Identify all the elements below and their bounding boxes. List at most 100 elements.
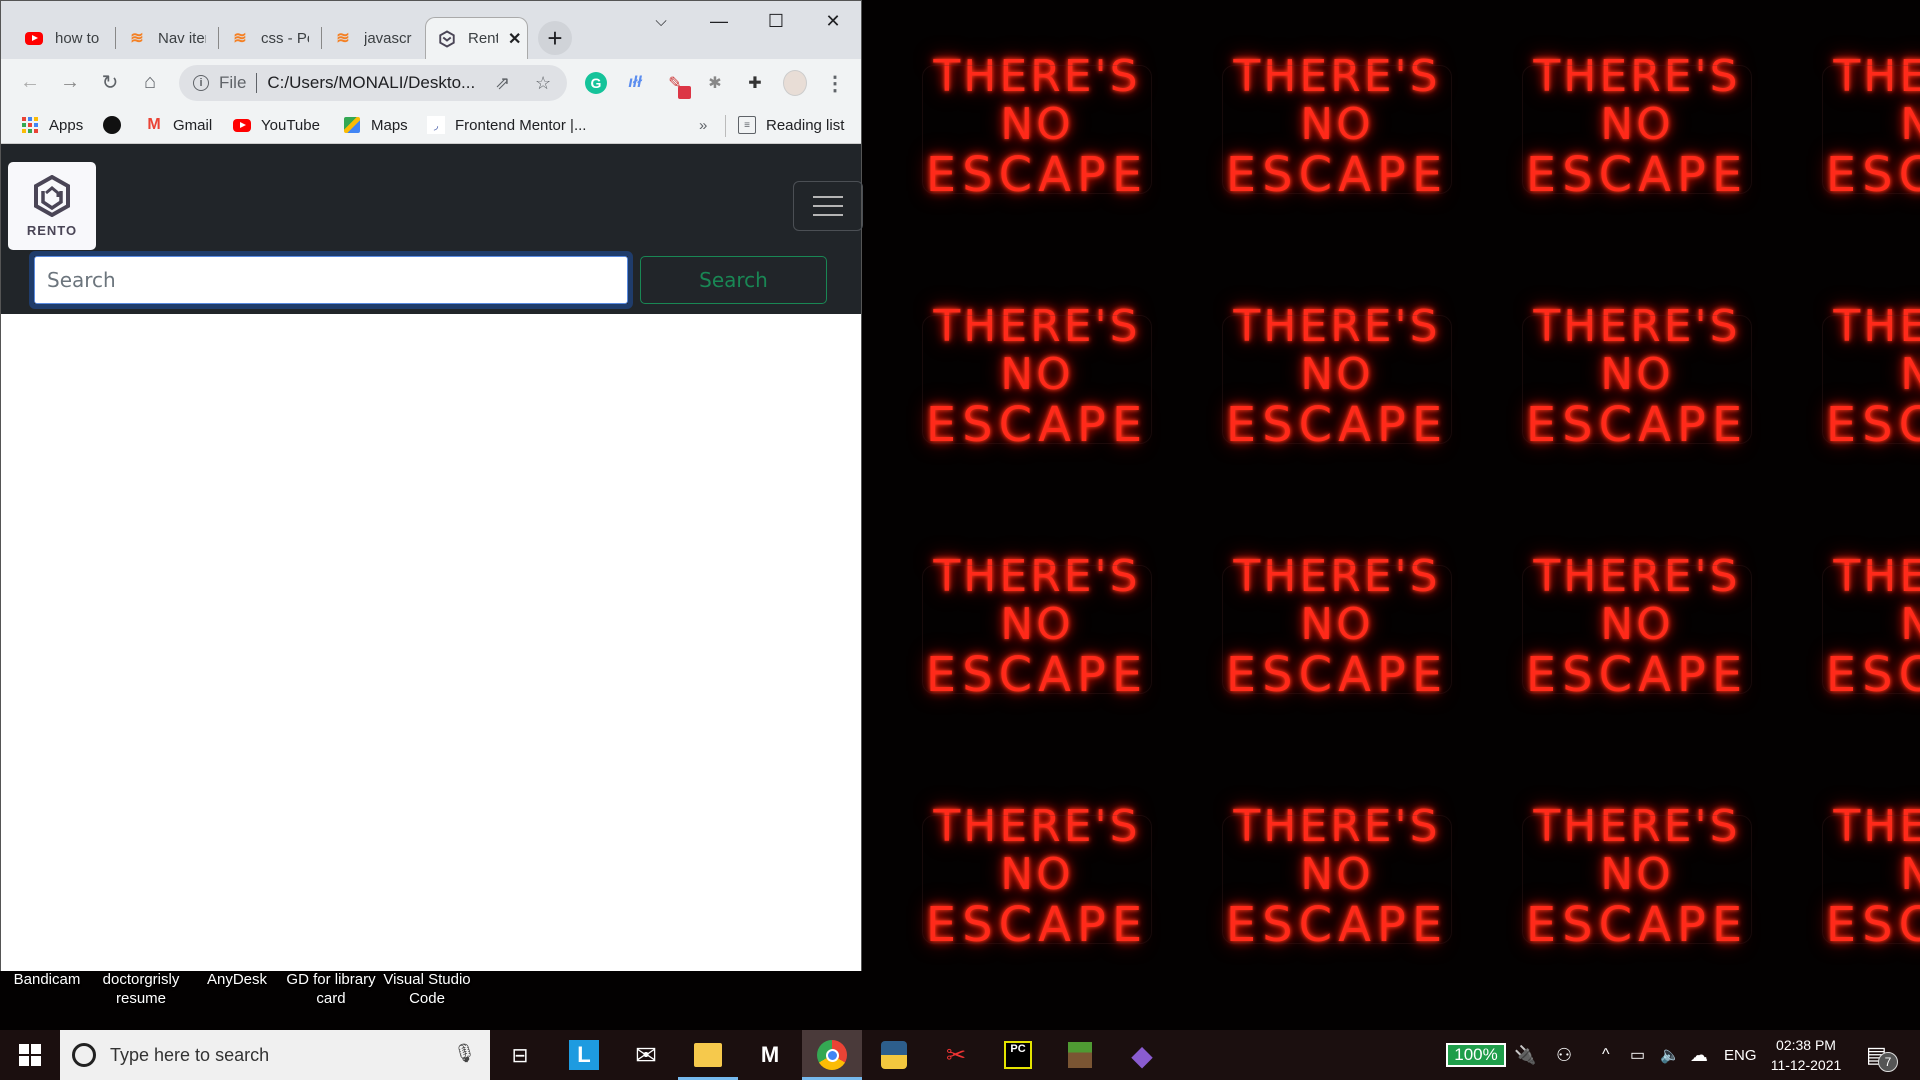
neon-text-line: ESCAPE (1525, 397, 1749, 453)
grammarly-icon[interactable]: G (584, 71, 608, 95)
tab-css[interactable]: ≋ css - Po (219, 17, 322, 59)
taskbar-search[interactable]: Type here to search 🎙 (60, 1030, 490, 1080)
bookmarks-overflow-button[interactable]: » (699, 115, 707, 135)
neon-text-line: THERE'S (933, 551, 1141, 602)
language-indicator[interactable]: ENG (1724, 1030, 1757, 1080)
tab-title: css - Po (261, 29, 309, 47)
neon-text-line: NO (1600, 349, 1674, 400)
neon-text-line: THERE'S (933, 51, 1141, 102)
battery-indicator[interactable]: 100% (1446, 1043, 1506, 1067)
navbar-toggler[interactable] (793, 181, 863, 231)
apps-grid-icon (21, 116, 39, 134)
minimize-button[interactable]: — (699, 5, 739, 37)
menu-kebab-icon[interactable]: ⋮ (823, 71, 847, 95)
clock-time: 02:38 PM (1776, 1037, 1836, 1053)
notification-center[interactable]: ▤ 7 (1866, 1042, 1898, 1072)
l-app-icon[interactable]: L (554, 1030, 614, 1080)
bookmark-apps[interactable]: Apps (21, 115, 83, 135)
neon-text-line: THERE'S (933, 801, 1141, 852)
browser-toolbar: ← → ↻ ⌂ i File C:/Users/MONALI/Deskto...… (1, 59, 861, 106)
desktop-icon-vscode[interactable]: Visual Studio Code (382, 970, 472, 1008)
volume-icon[interactable]: 🔈 (1660, 1030, 1680, 1080)
tab-youtube[interactable]: how to a (13, 17, 116, 59)
reload-icon[interactable]: ↻ (95, 67, 125, 97)
m-app-icon[interactable]: M (740, 1030, 800, 1080)
tab-search-icon[interactable]: ⌵ (641, 5, 681, 37)
mail-icon[interactable]: ✉ (616, 1030, 676, 1080)
desktop-icon-label: Visual Studio Code (383, 971, 471, 1007)
search-button[interactable]: Search (640, 256, 827, 304)
chrome-icon[interactable] (802, 1030, 862, 1080)
address-bar[interactable]: i File C:/Users/MONALI/Deskto... ⇗ ☆ (179, 65, 567, 101)
bookmark-label: YouTube (261, 116, 320, 134)
stackoverflow-icon: ≋ (233, 30, 247, 47)
battery-icon[interactable]: ▭ (1630, 1030, 1645, 1080)
desktop-icon-gd-library[interactable]: GD for library card (286, 970, 376, 1008)
neon-sign: THERE'SNOESCAPE (1212, 55, 1462, 199)
forward-icon[interactable]: → (55, 67, 85, 97)
bookmark-label: Maps (371, 116, 408, 134)
neon-text-line: THERE'S (1533, 801, 1741, 852)
neon-text-line: THERE'S (1233, 551, 1441, 602)
info-icon[interactable]: i (193, 75, 209, 91)
address-url[interactable]: C:/Users/MONALI/Deskto... (267, 73, 475, 93)
python-idle-icon[interactable] (864, 1030, 924, 1080)
clock[interactable]: 02:38 PM 11-12-2021 (1766, 1035, 1846, 1075)
neon-text-line: NO (1900, 599, 1920, 650)
desktop-icon-anydesk[interactable]: AnyDesk (192, 970, 282, 989)
bookmark-frontend-mentor[interactable]: ◞ Frontend Mentor |... (427, 115, 586, 135)
bookmark-star-icon[interactable]: ☆ (535, 73, 551, 94)
desktop-icon-resume[interactable]: doctorgrisly resume (96, 970, 186, 1008)
tab-rento[interactable]: Rento ✕ (425, 17, 528, 59)
bookmark-maps[interactable]: Maps (343, 115, 408, 135)
desktop-icon-label: Bandicam (13, 971, 81, 988)
tab-javascript[interactable]: ≋ javascrip (322, 17, 425, 59)
clock-date: 11-12-2021 (1770, 1057, 1842, 1073)
puzzle-icon[interactable]: ✚ (743, 71, 767, 95)
pycharm-icon[interactable]: PC (988, 1030, 1048, 1080)
neon-text-line: THERE'S (1833, 51, 1920, 102)
search-input[interactable] (34, 256, 628, 304)
neon-sign: THERE'SNOESCAPE (1812, 555, 1920, 699)
home-icon[interactable]: ⌂ (135, 67, 165, 97)
tab-close-icon[interactable]: ✕ (508, 29, 521, 49)
minecraft-icon[interactable] (1050, 1030, 1110, 1080)
neon-sign: THERE'SNOESCAPE (1812, 805, 1920, 949)
wave-icon[interactable]: ıłł (623, 71, 647, 95)
maximize-button[interactable]: ☐ (756, 5, 796, 37)
stackoverflow-icon: ≋ (130, 30, 144, 47)
new-tab-button[interactable]: + (538, 21, 572, 55)
neon-text-line: ESCAPE (1825, 647, 1920, 703)
navbar: RENTO Search (1, 144, 863, 314)
bug-icon[interactable]: ✱ (703, 71, 727, 95)
onedrive-icon[interactable]: ☁ (1690, 1030, 1708, 1080)
search-focus-ring (29, 251, 633, 309)
tab-strip: how to a ≋ Nav item ≋ css - Po ≋ javascr… (1, 1, 861, 59)
file-explorer-icon[interactable] (678, 1030, 738, 1080)
tab-nav-item[interactable]: ≋ Nav item (116, 17, 219, 59)
reading-list-button[interactable]: ≡ Reading list (738, 115, 844, 135)
snipping-tool-icon[interactable]: ✂ (926, 1030, 986, 1080)
show-hidden-icons[interactable]: ^ (1602, 1030, 1610, 1080)
bookmark-github[interactable] (103, 115, 131, 135)
browser-window: how to a ≋ Nav item ≋ css - Po ≋ javascr… (0, 0, 863, 971)
microphone-icon[interactable]: 🎙 (453, 1043, 476, 1064)
rento-icon (438, 29, 456, 48)
profile-avatar[interactable] (783, 70, 807, 96)
back-icon[interactable]: ← (15, 67, 45, 97)
task-view-icon[interactable]: ⊟ (490, 1030, 550, 1080)
share-icon[interactable]: ⇗ (495, 73, 510, 94)
bookmark-youtube[interactable]: YouTube (233, 115, 320, 135)
neon-text-line: ESCAPE (1225, 647, 1449, 703)
purple-app-icon[interactable]: ◆ (1112, 1030, 1172, 1080)
brand-logo[interactable]: RENTO (8, 162, 96, 250)
start-button[interactable] (0, 1030, 60, 1080)
close-window-button[interactable]: ✕ (813, 5, 853, 37)
colorpicker-icon[interactable]: ✎ (663, 71, 691, 99)
desktop-icon-bandicam[interactable]: Bandicam (2, 970, 92, 989)
neon-text-line: THERE'S (1833, 801, 1920, 852)
people-icon[interactable]: ⚇ (1556, 1030, 1572, 1080)
hamburger-line (813, 196, 843, 198)
bookmark-gmail[interactable]: M Gmail (145, 115, 212, 135)
power-plug-icon: 🔌 (1514, 1044, 1537, 1065)
